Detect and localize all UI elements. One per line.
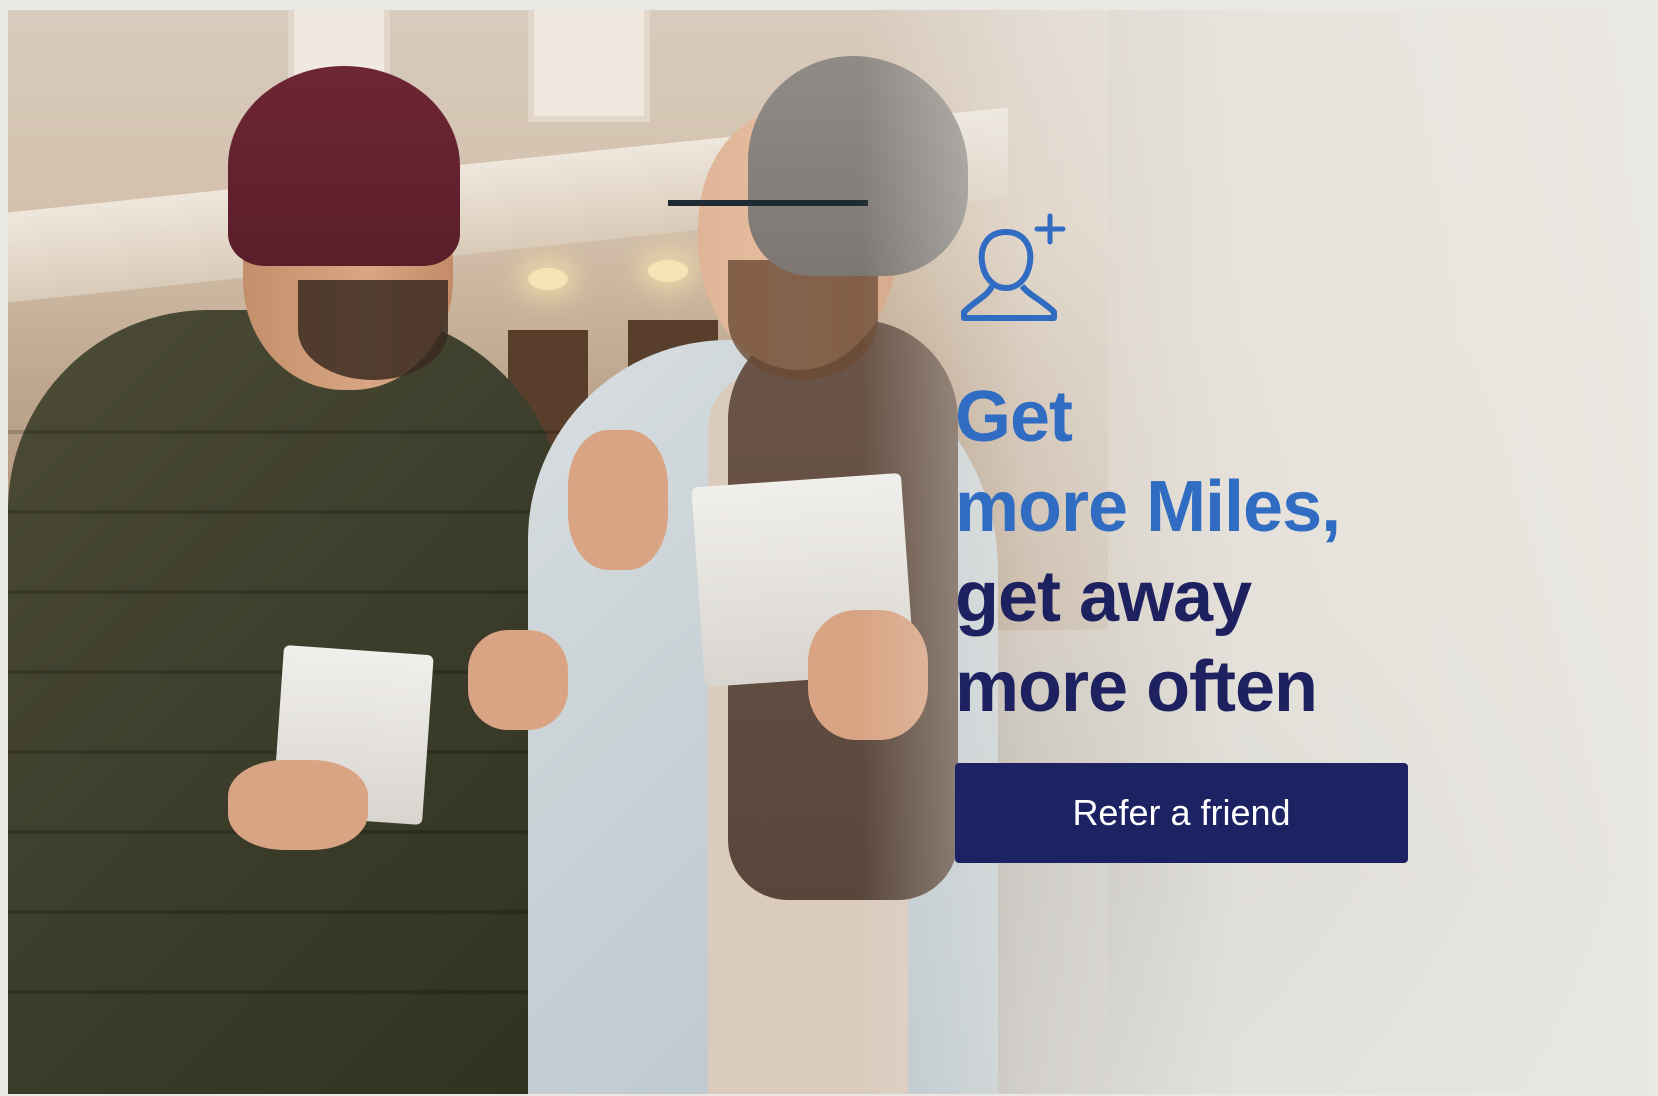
headline-line-1: Get [955,377,1073,457]
refer-a-friend-label: Refer a friend [1072,792,1291,833]
promo-banner: Get more Miles, get away more often Refe… [0,0,1658,1096]
refer-a-friend-button[interactable]: Refer a friend [955,763,1408,863]
headline-line-2: more Miles, [955,467,1341,547]
promo-content: Get more Miles, get away more often Refe… [0,0,1658,1096]
headline-line-3: get away [955,557,1252,637]
promo-headline: Get more Miles, get away more often [955,372,1595,732]
headline-line-4: more often [955,647,1318,727]
add-user-icon [961,213,1066,321]
